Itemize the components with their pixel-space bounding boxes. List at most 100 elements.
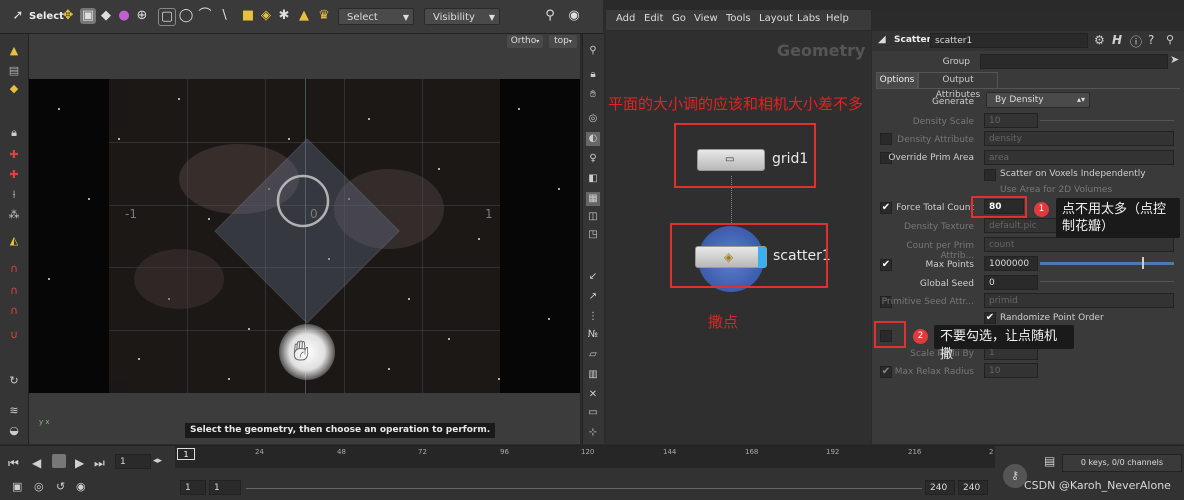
max-points-field[interactable]: 1000000 [984, 256, 1038, 271]
audio-icon[interactable]: ◉ [76, 480, 86, 493]
global-seed-field[interactable]: 0 [984, 275, 1038, 290]
range-end-field[interactable]: 240 [958, 480, 988, 495]
joint-icon[interactable]: ⁂ [6, 208, 22, 222]
gear-icon[interactable]: ⚙ [1094, 33, 1105, 47]
menu-view[interactable]: View [694, 13, 718, 24]
rotate-icon[interactable]: ↻ [6, 374, 22, 388]
max-relax-field[interactable]: 10 [984, 363, 1038, 378]
scatter-voxels-checkbox[interactable] [984, 169, 996, 181]
global-seed-slider[interactable] [1040, 281, 1174, 282]
frame-step-icon[interactable]: ◂▸ [153, 456, 162, 466]
select-arrow-icon[interactable]: ➚ [10, 8, 26, 24]
jump-end-icon[interactable]: ⏭ [94, 456, 105, 471]
lasso-icon[interactable]: ◯ [178, 8, 194, 24]
visibility-combo[interactable]: Visibility ▼ [424, 8, 500, 25]
info-icon[interactable]: ⓘ [1130, 33, 1142, 50]
playhead[interactable]: 1 [177, 448, 195, 460]
menu-go[interactable]: Go [672, 13, 686, 24]
play-icon[interactable]: ▶ [75, 456, 84, 470]
menu-help[interactable]: Help [826, 13, 849, 24]
jump-start-icon[interactable]: ⏮ [8, 456, 19, 471]
brush-icon[interactable]: ⌒ [197, 8, 213, 24]
menu-labs[interactable]: Labs [797, 13, 820, 24]
origin-icon[interactable]: ⊹ [586, 426, 600, 440]
stop-icon[interactable] [52, 454, 66, 468]
tab-output-attributes[interactable]: Output Attributes [918, 72, 998, 100]
view-direction-button[interactable]: top▾ [549, 35, 577, 48]
override-prim-area-field[interactable]: area [984, 150, 1174, 165]
frame-ruler[interactable]: 1 24 48 72 96 120 144 168 192 216 2 [175, 446, 995, 468]
paint-icon[interactable]: ◆ [98, 8, 114, 24]
max-points-slider-handle[interactable] [1142, 257, 1144, 269]
box-select-icon[interactable]: ▣ [80, 8, 96, 24]
cross-icon[interactable]: ✕ [586, 388, 600, 402]
snapshot-icon[interactable]: ◎ [586, 112, 600, 126]
magnet3-icon[interactable]: ∩ [6, 304, 22, 318]
transform-icon[interactable]: ✥ [60, 8, 76, 24]
scene-viewport[interactable]: -1 0 1 ✋︎ Ortho▾ top▾ y x [29, 34, 580, 444]
lock-icon[interactable]: 🔒︎ [6, 126, 22, 140]
edges-icon[interactable]: ✱ [276, 8, 292, 24]
guide-icon[interactable]: ▭ [586, 406, 600, 420]
count-per-prim-field[interactable]: count [984, 237, 1174, 252]
pin-icon[interactable]: ⚲ [542, 8, 558, 24]
box-icon[interactable]: ▤ [6, 64, 22, 78]
step-back-icon[interactable]: ◀ [32, 456, 41, 470]
layers-icon[interactable]: ≋ [6, 404, 22, 418]
density-scale-slider[interactable] [1040, 120, 1174, 121]
primitives-icon[interactable]: ▲ [296, 8, 312, 24]
bulb-icon[interactable]: ♀ [586, 152, 600, 166]
objects-icon[interactable]: ■ [240, 8, 256, 24]
menu-tools[interactable]: Tools [726, 13, 751, 24]
camera-icon[interactable]: ◉ [566, 8, 582, 24]
loop-icon[interactable]: ↺ [56, 480, 65, 493]
density-scale-field[interactable]: 10 [984, 113, 1038, 128]
point-numbers-icon[interactable]: № [586, 328, 600, 342]
max-points-slider[interactable] [1040, 262, 1174, 265]
sphere-icon[interactable]: ◆ [6, 82, 22, 96]
playback-start-field[interactable]: 1 [209, 480, 241, 495]
realtime-icon[interactable]: ◎ [34, 480, 44, 493]
laser-icon[interactable]: ∖ [216, 8, 232, 24]
crown-icon[interactable]: ♛ [316, 8, 332, 24]
disk-icon[interactable]: ◒ [6, 424, 22, 438]
arrow-icon[interactable]: ↙ [586, 270, 600, 284]
pin-icon[interactable]: ⚲ [1166, 33, 1174, 46]
create-icon[interactable]: ▲ [6, 44, 22, 58]
range-start-field[interactable]: 1 [180, 480, 206, 495]
ghost-icon[interactable]: ◫ [586, 210, 600, 224]
light-icon[interactable]: ◐ [586, 132, 600, 146]
template-icon[interactable]: ◳ [586, 228, 600, 242]
pose-icon[interactable]: ✚ [6, 168, 22, 182]
magnet2-icon[interactable]: ∩ [6, 284, 22, 298]
geometry-icon[interactable]: ◭ [6, 234, 22, 248]
density-attribute-field[interactable]: density [984, 131, 1174, 146]
bone-icon[interactable]: ⟊ [6, 188, 22, 202]
select-mode-combo[interactable]: Select ▼ [338, 8, 414, 25]
menu-add[interactable]: Add [616, 13, 635, 24]
pin-icon[interactable]: ⚲ [586, 44, 600, 58]
normal-icon[interactable]: ↗ [586, 290, 600, 304]
lock-icon[interactable]: 🔒︎ [586, 68, 600, 82]
select-tool-label[interactable]: Select [29, 11, 64, 22]
global-anim-icon[interactable]: ▣ [12, 480, 22, 493]
handle-icon[interactable]: ✚ [6, 148, 22, 162]
current-frame-field[interactable]: 1 [115, 454, 151, 469]
grid-icon[interactable]: ▥ [586, 368, 600, 382]
help-icon[interactable]: ? [1148, 33, 1154, 47]
shading-icon[interactable]: ◧ [586, 172, 600, 186]
menu-layout[interactable]: Layout [759, 13, 793, 24]
primitive-seed-field[interactable]: primid [984, 293, 1174, 308]
randomize-checkbox[interactable]: ✔ [984, 312, 996, 324]
tab-options[interactable]: Options [876, 72, 918, 89]
display-icon[interactable]: ▦ [586, 192, 600, 206]
node-name-field[interactable]: scatter1 [930, 33, 1088, 48]
group-select-arrow-icon[interactable]: ➤ [1170, 53, 1179, 66]
box-marquee-icon[interactable]: ▢ [158, 8, 176, 26]
camera-mode-button[interactable]: Ortho▾ [507, 35, 543, 48]
magnet-icon[interactable]: ∩ [6, 262, 22, 276]
uv-icon[interactable]: ▱ [586, 348, 600, 362]
hand-icon[interactable]: ✋︎ [586, 88, 600, 102]
help-h-icon[interactable]: H [1112, 33, 1122, 47]
menu-edit[interactable]: Edit [644, 13, 663, 24]
